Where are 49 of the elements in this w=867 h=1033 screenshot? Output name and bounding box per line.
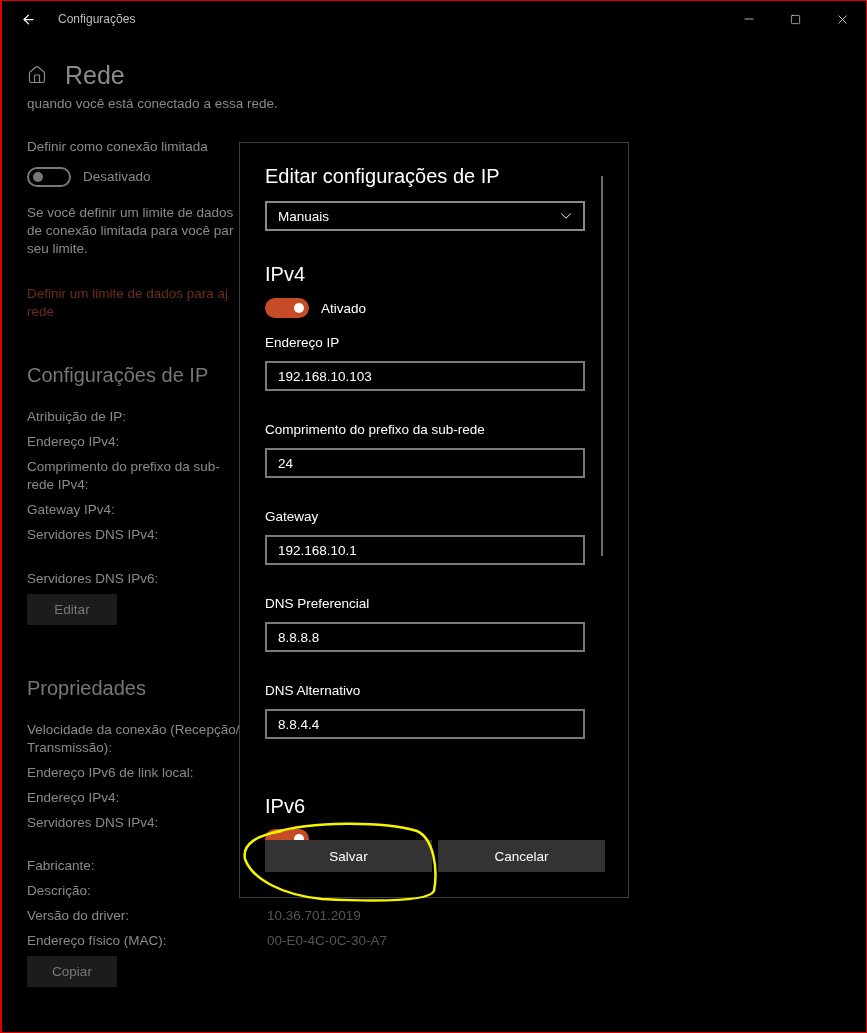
toggle-switch[interactable] — [265, 298, 309, 318]
field-label: Endereço IP — [265, 334, 341, 352]
toggle-switch[interactable] — [27, 167, 71, 187]
property-value: 10.36.701.2019 — [267, 907, 362, 925]
property-label: Atribuição de IP: — [27, 408, 128, 426]
section-title: Propriedades — [27, 676, 146, 701]
edit-button[interactable]: Editar — [27, 594, 117, 625]
property-label: Versão do driver: — [27, 907, 131, 925]
property-label: Comprimento do prefixo da sub- rede IPv4: — [27, 458, 221, 494]
property-label: Endereço IPv4: — [27, 789, 121, 807]
dialog-title: Editar configurações de IP — [265, 164, 501, 189]
property-label: Descrição: — [27, 882, 92, 900]
maximize-icon — [790, 13, 801, 25]
property-label: Servidores DNS IPv4: — [27, 526, 160, 544]
input-field[interactable]: 192.168.10.103 — [265, 361, 585, 391]
section-title: Configurações de IP — [27, 363, 209, 388]
input-field[interactable]: 192.168.10.1 — [265, 535, 585, 565]
property-label: Endereço físico (MAC): — [27, 932, 168, 950]
field-label: DNS Preferencial — [265, 595, 371, 613]
save-button[interactable]: Salvar — [265, 840, 432, 872]
property-label: Endereço IPv6 de link local: — [27, 764, 195, 782]
section-heading: IPv4 — [265, 262, 307, 287]
property-label: Velocidade da conexão (Recepção/ Transmissão): — [27, 721, 241, 757]
setting-label: Definir como conexão limitada — [27, 138, 208, 156]
property-label: Servidores DNS IPv6: — [27, 570, 160, 588]
input-field[interactable]: 8.8.8.8 — [265, 622, 585, 652]
property-value: 00-E0-4C-0C-30-A7 — [267, 932, 389, 950]
cancel-button[interactable]: Cancelar — [438, 840, 605, 872]
scrollbar[interactable] — [601, 176, 603, 556]
mode-dropdown[interactable]: Manuais — [265, 201, 585, 231]
copy-button[interactable]: Copiar — [27, 956, 117, 987]
property-label: Gateway IPv4: — [27, 501, 116, 519]
field-label: Gateway — [265, 508, 320, 526]
page-title: Rede — [65, 60, 125, 90]
field-label: DNS Alternativo — [265, 682, 362, 700]
toggle-label: Ativado — [321, 300, 367, 316]
property-label: Servidores DNS IPv4: — [27, 814, 160, 832]
home-icon[interactable] — [27, 65, 47, 85]
property-label: Endereço IPv4: — [27, 433, 121, 451]
toggle-label: Desativado — [83, 168, 151, 186]
description-text: Se você definir um limite de dados de conexão limitada para você par seu limite. — [27, 204, 234, 258]
description-text: quando você está conectado a essa rede. — [27, 95, 278, 113]
back-icon[interactable] — [21, 11, 36, 27]
input-field[interactable]: 8.8.4.4 — [265, 709, 585, 739]
section-heading: IPv6 — [265, 794, 307, 819]
property-label: Fabricante: — [27, 857, 96, 875]
field-label: Comprimento do prefixo da sub-rede — [265, 421, 486, 439]
window-title: Configurações — [58, 12, 136, 26]
input-field[interactable]: 24 — [265, 448, 585, 478]
